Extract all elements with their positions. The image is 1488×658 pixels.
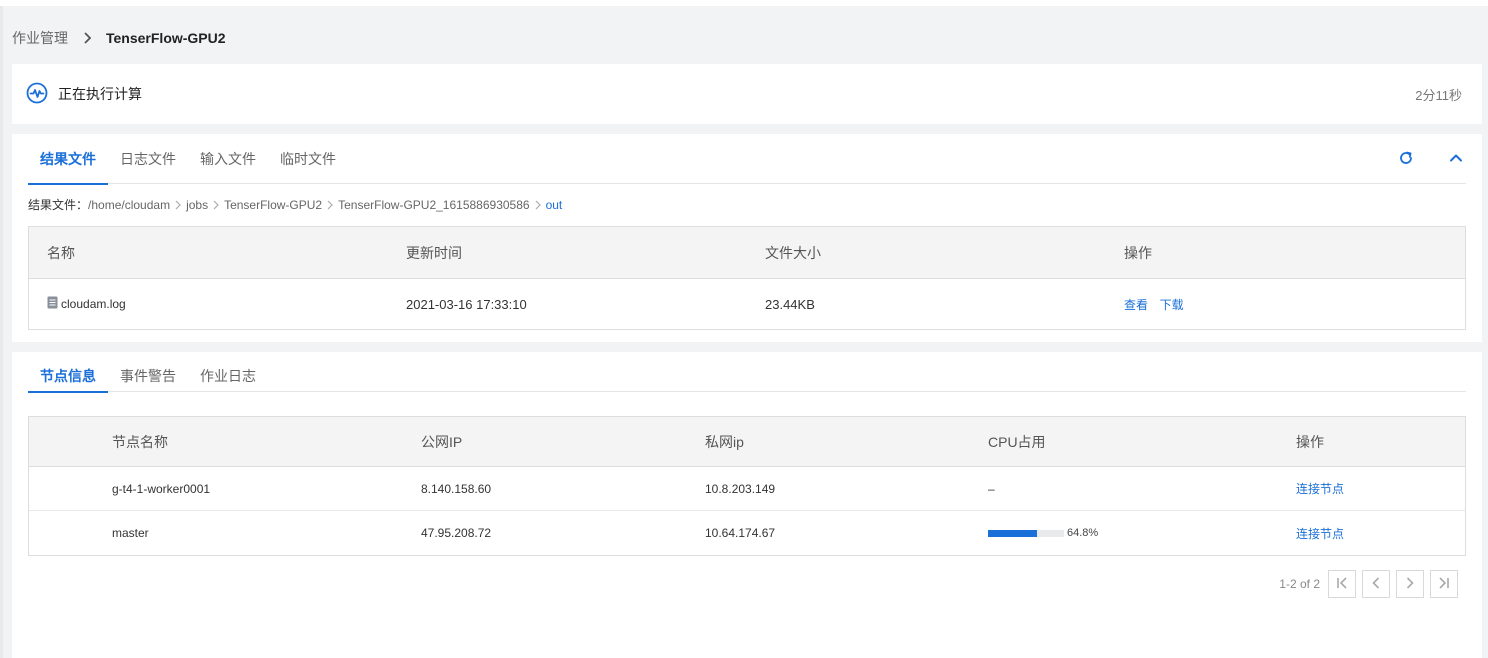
column-header-node-name: 节点名称 <box>112 433 168 450</box>
next-page-button[interactable] <box>1396 570 1424 598</box>
first-page-button[interactable] <box>1328 570 1356 598</box>
breadcrumb: 作业管理 TenserFlow-GPU2 <box>12 28 226 48</box>
table-row: cloudam.log 2021-03-16 17:33:10 23.44KB … <box>29 279 1465 329</box>
chevron-right-icon <box>535 200 541 210</box>
table-row: g-t4-1-worker0001 8.140.158.60 10.8.203.… <box>29 467 1465 511</box>
pagination-range: 1-2 of 2 <box>1279 577 1320 591</box>
breadcrumb-job-management[interactable]: 作业管理 <box>12 28 68 48</box>
last-page-icon <box>1437 576 1451 593</box>
chevron-right-icon <box>175 200 181 210</box>
node-cpu: – <box>988 481 995 496</box>
elapsed-time: 2分11秒 <box>1415 87 1462 103</box>
tab-log-files[interactable]: 日志文件 <box>108 134 188 184</box>
path-segment-current[interactable]: out <box>546 198 563 212</box>
download-link[interactable]: 下载 <box>1160 298 1184 312</box>
tab-node-info[interactable]: 节点信息 <box>28 366 108 393</box>
chevron-left-icon <box>1369 576 1383 593</box>
column-header-private-ip: 私网ip <box>705 433 744 450</box>
path-segment[interactable]: TenserFlow-GPU2 <box>224 198 322 212</box>
path-segment[interactable]: /home/cloudam <box>88 198 170 212</box>
chevron-right-icon <box>1403 576 1417 593</box>
column-header-actions: 操作 <box>1124 244 1152 261</box>
column-header-updated: 更新时间 <box>406 244 462 261</box>
tab-result-files[interactable]: 结果文件 <box>28 134 108 185</box>
chevron-up-icon[interactable] <box>1448 150 1464 169</box>
file-actions: 查看 下载 <box>1106 296 1465 313</box>
nodes-card: 节点信息 事件警告 作业日志 节点名称 公网IP 私网ip CPU占用 操作 g… <box>12 352 1482 658</box>
prev-page-button[interactable] <box>1362 570 1390 598</box>
file-tools <box>1398 150 1464 169</box>
node-private-ip: 10.64.174.67 <box>705 526 776 540</box>
node-private-ip: 10.8.203.149 <box>705 481 776 496</box>
file-size: 23.44KB <box>765 296 815 312</box>
files-table: 名称 更新时间 文件大小 操作 cloudam.log 2021-03-16 1… <box>28 226 1466 330</box>
node-tabs: 节点信息 事件警告 作业日志 <box>28 366 1466 393</box>
file-icon <box>47 296 61 312</box>
tab-input-files[interactable]: 输入文件 <box>188 134 268 184</box>
node-name: g-t4-1-worker0001 <box>112 481 211 496</box>
chevron-right-icon <box>327 200 333 210</box>
left-edge <box>0 6 3 658</box>
last-page-button[interactable] <box>1430 570 1458 598</box>
tab-temp-files[interactable]: 临时文件 <box>268 134 348 184</box>
chevron-right-icon <box>213 200 219 210</box>
table-header: 节点名称 公网IP 私网ip CPU占用 操作 <box>29 417 1465 467</box>
breadcrumb-current: TenserFlow-GPU2 <box>106 30 226 46</box>
cpu-progress-bar <box>988 529 1064 537</box>
file-tabs: 结果文件 日志文件 输入文件 临时文件 <box>28 134 1466 185</box>
node-name: master <box>112 526 149 540</box>
first-page-icon <box>1335 576 1349 593</box>
connect-node-link[interactable]: 连接节点 <box>1296 482 1344 496</box>
pagination: 1-2 of 2 <box>1279 570 1458 598</box>
file-name[interactable]: cloudam.log <box>61 297 126 311</box>
view-link[interactable]: 查看 <box>1124 298 1148 312</box>
column-header-public-ip: 公网IP <box>421 433 463 450</box>
file-updated: 2021-03-16 17:33:10 <box>406 296 527 312</box>
file-name-cell: cloudam.log <box>29 296 388 312</box>
tab-event-warnings[interactable]: 事件警告 <box>108 366 188 392</box>
activity-pulse-icon <box>26 82 48 107</box>
status-text: 正在执行计算 <box>58 86 142 102</box>
files-card: 结果文件 日志文件 输入文件 临时文件 结果文件： /home/cloudam … <box>12 134 1482 342</box>
chevron-right-icon <box>82 32 92 44</box>
connect-node-link[interactable]: 连接节点 <box>1296 527 1344 541</box>
path-label: 结果文件： <box>28 198 89 212</box>
tab-job-logs[interactable]: 作业日志 <box>188 366 268 392</box>
node-cpu: 64.8% <box>988 527 1296 539</box>
node-public-ip: 47.95.208.72 <box>421 526 492 540</box>
table-row: master 47.95.208.72 10.64.174.67 64.8% 连… <box>29 511 1465 555</box>
column-header-actions: 操作 <box>1296 433 1324 450</box>
column-header-cpu: CPU占用 <box>988 433 1046 450</box>
column-header-size: 文件大小 <box>765 244 821 261</box>
cpu-percent: 64.8% <box>1067 527 1099 539</box>
refresh-icon[interactable] <box>1398 150 1414 169</box>
node-public-ip: 8.140.158.60 <box>421 481 492 496</box>
file-path: 结果文件： /home/cloudam jobs TenserFlow-GPU2… <box>28 196 562 213</box>
top-strip <box>0 0 1488 6</box>
path-segment[interactable]: TenserFlow-GPU2_1615886930586 <box>338 198 529 212</box>
nodes-table: 节点名称 公网IP 私网ip CPU占用 操作 g-t4-1-worker000… <box>28 416 1466 556</box>
column-header-name: 名称 <box>47 244 75 261</box>
status-card: 正在执行计算 2分11秒 <box>12 64 1482 124</box>
table-header: 名称 更新时间 文件大小 操作 <box>29 227 1465 279</box>
cpu-progress-fill <box>988 529 1038 537</box>
path-segment[interactable]: jobs <box>186 198 208 212</box>
